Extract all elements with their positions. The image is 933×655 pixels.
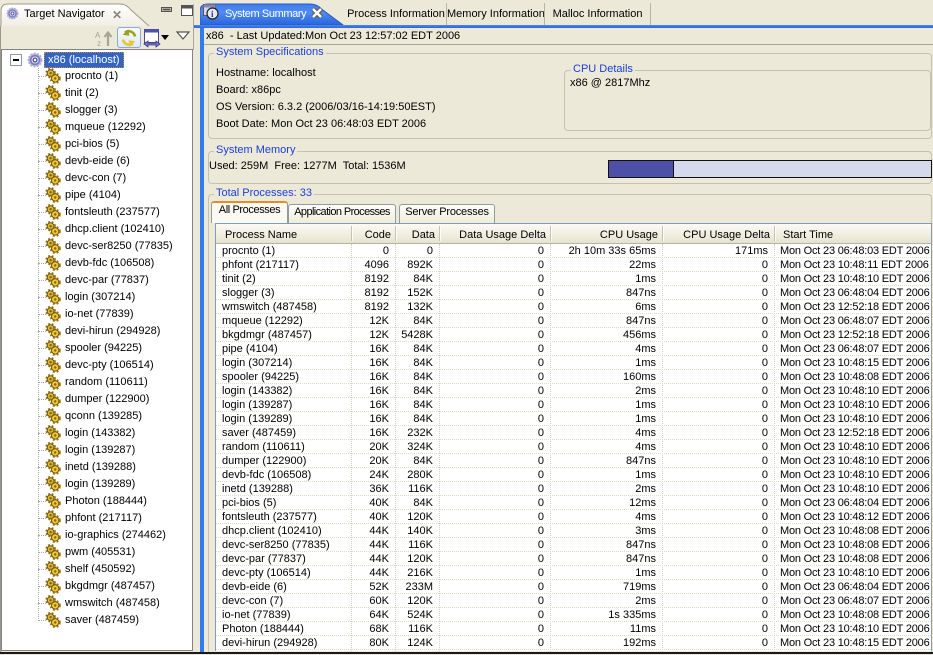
svg-text:z: z bbox=[97, 39, 101, 47]
